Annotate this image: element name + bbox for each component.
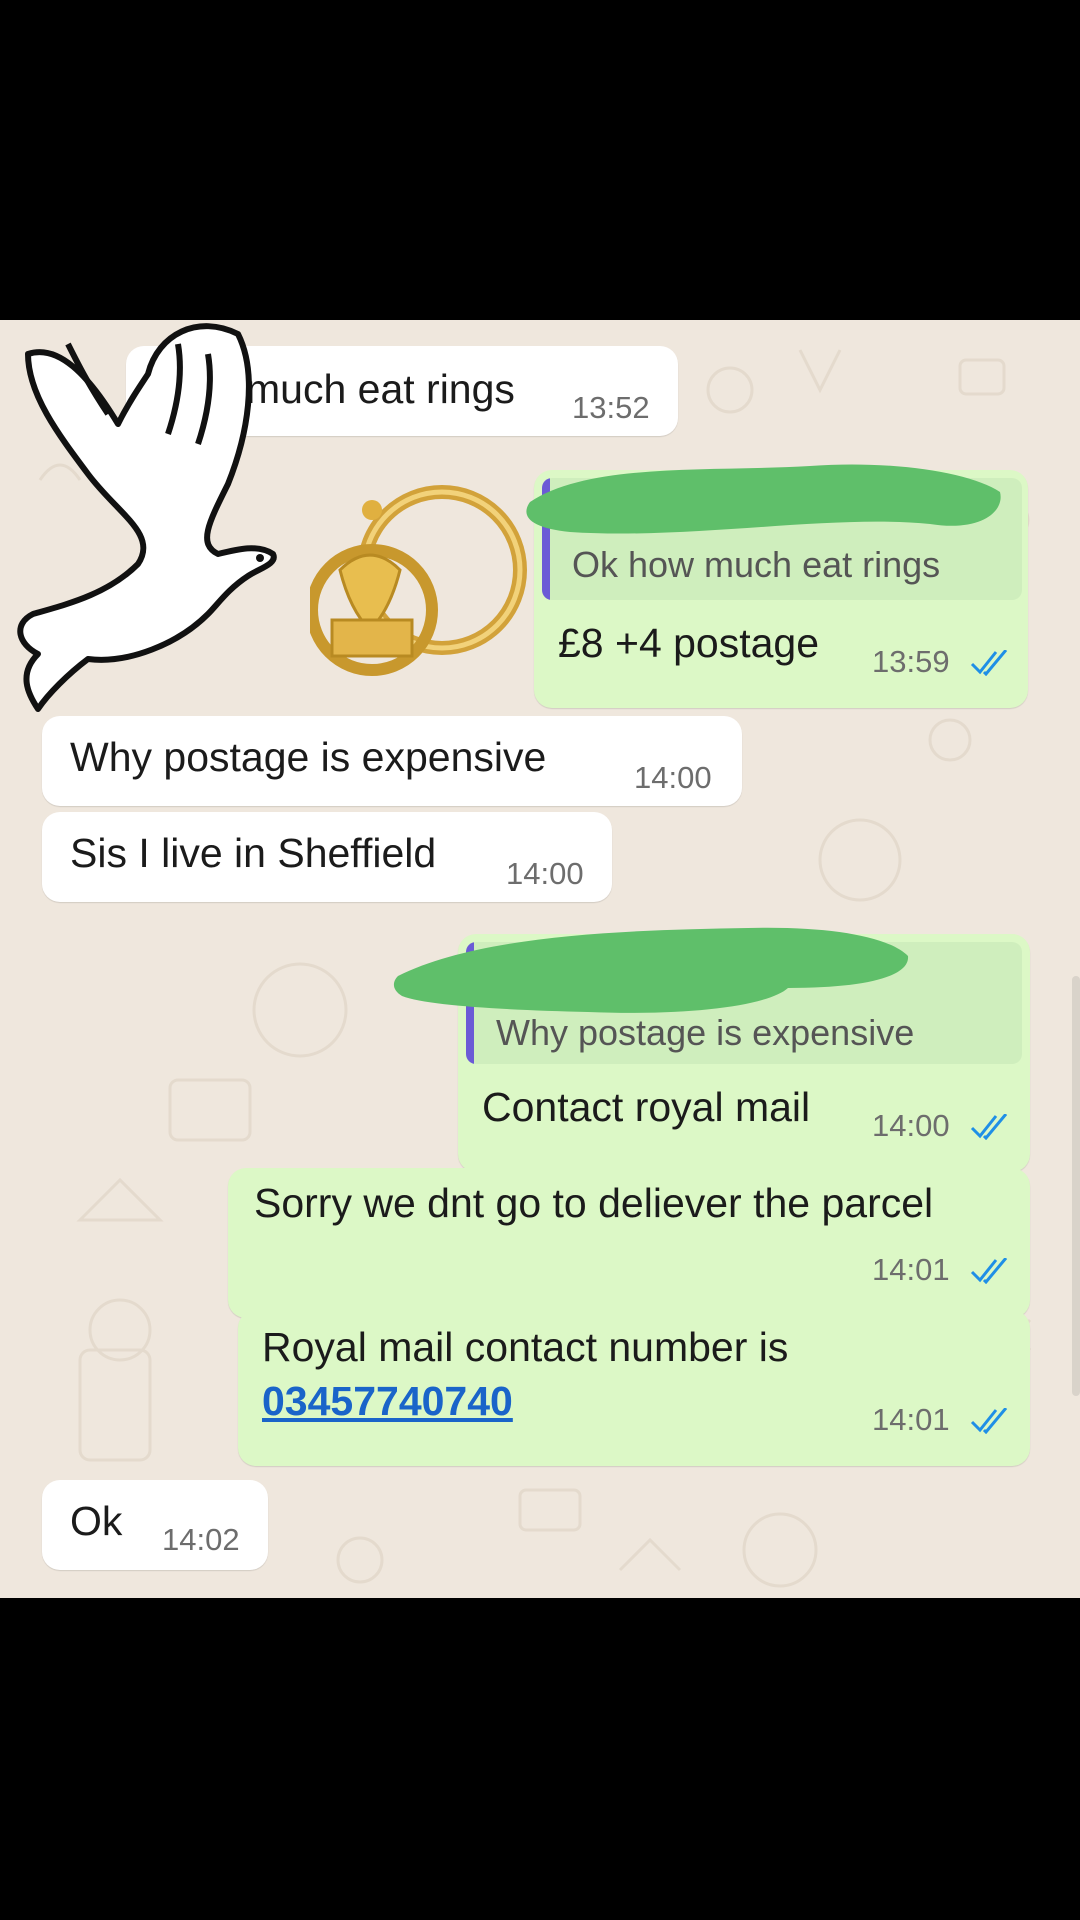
message-text: Why postage is expensive (70, 734, 547, 780)
redaction-scribble (393, 927, 909, 1013)
top-black-bar (0, 0, 1080, 320)
message-timestamp: 14:00 (506, 856, 584, 891)
bottom-black-bar (0, 1598, 1080, 1920)
phone-number-link[interactable]: 03457740740 (262, 1378, 513, 1425)
message-timestamp: 14:01 (872, 1402, 950, 1437)
double-tick-read-icon (970, 1114, 1008, 1140)
message-text: Sis I live in Sheffield (70, 830, 437, 876)
message-text: Sorry we dnt go to deliever the parcel (254, 1180, 934, 1226)
double-tick-read-icon (970, 1258, 1008, 1284)
message-text: £8 +4 postage (558, 620, 820, 666)
message-text: Ok (70, 1498, 123, 1544)
earrings-sticker-icon (310, 485, 527, 676)
message-timestamp: 14:00 (872, 1108, 950, 1143)
message-timestamp: 14:01 (872, 1252, 950, 1287)
message-timestamp: 13:52 (572, 390, 650, 425)
message-timestamp: 14:02 (162, 1522, 240, 1557)
scrollbar[interactable] (1072, 976, 1080, 1396)
redaction-scribble (526, 464, 1001, 534)
message-text: Contact royal mail (482, 1084, 811, 1130)
chat-area[interactable]: much eat rings 13:52 Ok how much eat rin… (0, 320, 1080, 1598)
dove-sticker-icon (17, 323, 277, 712)
double-tick-read-icon (970, 650, 1008, 676)
message-timestamp: 14:00 (634, 760, 712, 795)
message-timestamp: 13:59 (872, 644, 950, 679)
message-text: Royal mail contact number is (262, 1324, 789, 1370)
double-tick-read-icon (970, 1408, 1008, 1434)
quoted-text: Ok how much eat rings (572, 544, 941, 585)
